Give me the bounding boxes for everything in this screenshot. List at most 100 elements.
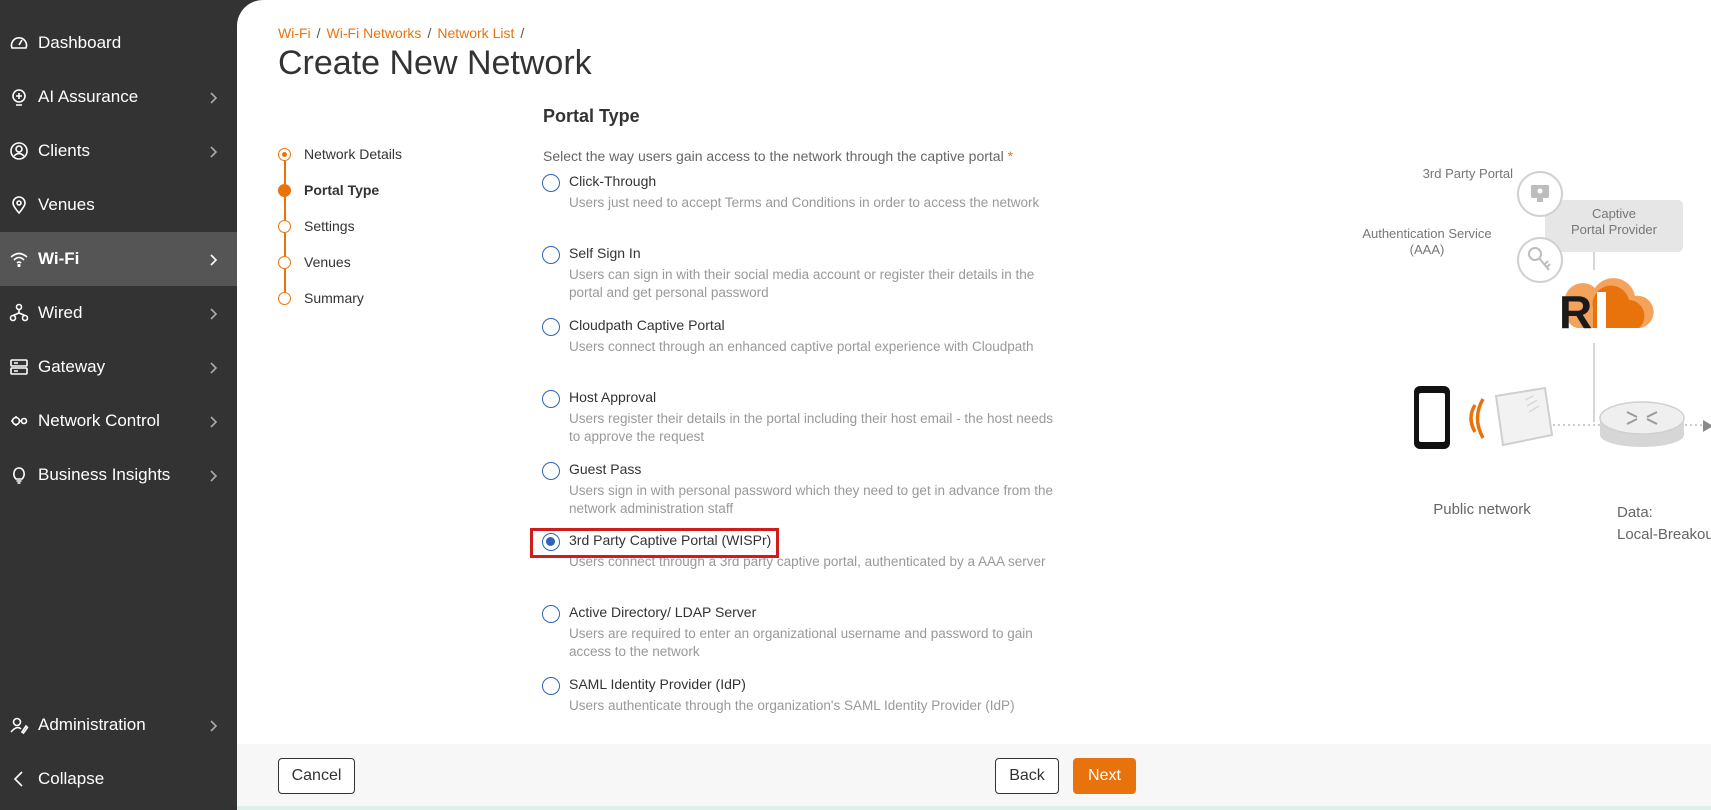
wifi-icon xyxy=(8,248,30,270)
sidebar-item-network-control[interactable]: Network Control xyxy=(0,394,237,448)
data-breakout-label: Data: Local-Breakout xyxy=(1617,504,1711,543)
option-label: Cloudpath Captive Portal xyxy=(569,317,725,333)
step-label: Network Details xyxy=(304,146,403,162)
collapse-label: Collapse xyxy=(38,769,105,788)
sidebar-item-label: Clients xyxy=(38,141,90,160)
third-party-portal-label: 3rd Party Portal xyxy=(1422,166,1513,181)
sidebar-item-venues[interactable]: Venues xyxy=(0,178,237,232)
sidebar-item-label: AI Assurance xyxy=(38,87,139,106)
chevron-right-icon xyxy=(207,719,219,732)
option-description: Users just need to accept Terms and Cond… xyxy=(569,195,1040,210)
option-description: Users can sign in with their social medi… xyxy=(569,267,1035,300)
option-label: Self Sign In xyxy=(569,245,641,261)
sidebar-item-label: Network Control xyxy=(38,411,160,430)
radio-ldap[interactable] xyxy=(542,605,560,623)
page-title: Create New Network xyxy=(278,44,592,82)
option-label: Click-Through xyxy=(569,173,657,189)
sidebar-item-label: Venues xyxy=(38,195,95,214)
option-label: Active Directory/ LDAP Server xyxy=(569,604,757,620)
gauge-icon xyxy=(8,32,30,54)
breadcrumb-link-wifi-networks[interactable]: Wi-Fi Networks xyxy=(327,25,422,41)
selection-highlight xyxy=(530,528,779,558)
chevron-left-icon xyxy=(8,768,30,790)
chevron-right-icon xyxy=(207,253,219,266)
radio-click-through[interactable] xyxy=(542,174,560,192)
radio-self-sign-in[interactable] xyxy=(542,246,560,264)
auth-service-label: Authentication Service (AAA) xyxy=(1362,226,1492,257)
gears-icon xyxy=(8,410,30,432)
location-pin-icon xyxy=(8,194,30,216)
portal-diagram: R 3rd Party Portal Authentication Servic… xyxy=(1277,160,1711,560)
captive-portal-provider-label: Captive Portal Provider xyxy=(1571,206,1657,237)
breadcrumb: Wi-Fi / Wi-Fi Networks / Network List / xyxy=(278,25,524,41)
breadcrumb-separator: / xyxy=(316,25,321,41)
wizard-footer: Cancel Back Next xyxy=(237,744,1711,806)
breadcrumb-separator: / xyxy=(520,25,525,41)
option-description: Users sign in with personal password whi… xyxy=(569,483,1054,516)
next-button[interactable]: Next xyxy=(1073,758,1136,794)
chevron-right-icon xyxy=(207,307,219,320)
arrow-right-icon xyxy=(1703,420,1711,432)
radio-host-approval[interactable] xyxy=(542,390,560,408)
option-description: Users authenticate through the organizat… xyxy=(569,698,1015,713)
step-dot xyxy=(278,148,291,161)
user-circle-icon xyxy=(8,140,30,162)
breadcrumb-link-wifi[interactable]: Wi-Fi xyxy=(278,25,311,41)
sidebar-item-label: Business Insights xyxy=(38,465,171,484)
back-button[interactable]: Back xyxy=(995,758,1059,794)
step-dot xyxy=(278,256,291,269)
option-label: Host Approval xyxy=(569,389,657,405)
sidebar-item-label: Gateway xyxy=(38,357,106,376)
sidebar-item-label: Administration xyxy=(38,715,146,734)
sidebar-item-dashboard[interactable]: Dashboard xyxy=(0,16,237,70)
option-label: SAML Identity Provider (IdP) xyxy=(569,676,746,692)
required-mark: * xyxy=(1007,148,1014,164)
step-label: Portal Type xyxy=(304,182,380,198)
svg-text:R: R xyxy=(1559,286,1592,338)
sidebar-item-label: Wi-Fi xyxy=(38,249,80,268)
sidebar-item-label: Dashboard xyxy=(38,33,122,52)
portal-question: Select the way users gain access to the … xyxy=(543,148,1013,164)
bottom-strip xyxy=(237,806,1711,810)
breadcrumb-separator: / xyxy=(427,25,432,41)
option-description: Users connect through an enhanced captiv… xyxy=(569,339,1034,354)
wired-network-icon xyxy=(8,302,30,324)
sidebar-item-administration[interactable]: Administration xyxy=(0,698,237,752)
step-label: Venues xyxy=(304,254,351,270)
sidebar-item-business-insights[interactable]: Business Insights xyxy=(0,448,237,502)
chevron-right-icon xyxy=(207,361,219,374)
sidebar-item-label: Wired xyxy=(38,303,83,322)
step-dot xyxy=(278,220,291,233)
chevron-right-icon xyxy=(207,145,219,158)
chevron-right-icon xyxy=(207,91,219,104)
main-content: Wi-Fi / Wi-Fi Networks / Network List / … xyxy=(237,0,1711,806)
option-label: Guest Pass xyxy=(569,461,642,477)
sidebar: Dashboard AI Assurance Clients Venues Wi… xyxy=(0,0,237,810)
step-dot xyxy=(278,184,291,197)
chevron-right-icon xyxy=(207,469,219,482)
section-title: Portal Type xyxy=(543,106,640,126)
ai-assurance-icon xyxy=(8,86,30,108)
option-description: Users are required to enter an organizat… xyxy=(569,626,1033,659)
sidebar-collapse-button[interactable]: Collapse xyxy=(0,752,237,806)
step-label: Summary xyxy=(304,290,364,306)
breadcrumb-link-network-list[interactable]: Network List xyxy=(437,25,514,41)
sidebar-item-wifi[interactable]: Wi-Fi xyxy=(0,232,237,286)
chevron-right-icon xyxy=(207,415,219,428)
gateway-server-icon xyxy=(8,356,30,378)
sidebar-item-ai-assurance[interactable]: AI Assurance xyxy=(0,70,237,124)
cancel-button[interactable]: Cancel xyxy=(278,758,355,794)
admin-user-icon xyxy=(8,714,30,736)
sidebar-item-wired[interactable]: Wired xyxy=(0,286,237,340)
radio-guest-pass[interactable] xyxy=(542,462,560,480)
sidebar-item-gateway[interactable]: Gateway xyxy=(0,340,237,394)
lightbulb-icon xyxy=(8,464,30,486)
option-description: Users register their details in the port… xyxy=(569,411,1053,444)
public-network-label: Public network xyxy=(1433,501,1531,518)
radio-saml[interactable] xyxy=(542,677,560,695)
question-text: Select the way users gain access to the … xyxy=(543,148,1004,164)
step-label: Settings xyxy=(304,218,355,234)
sidebar-item-clients[interactable]: Clients xyxy=(0,124,237,178)
radio-cloudpath[interactable] xyxy=(542,318,560,336)
step-dot xyxy=(278,292,291,305)
